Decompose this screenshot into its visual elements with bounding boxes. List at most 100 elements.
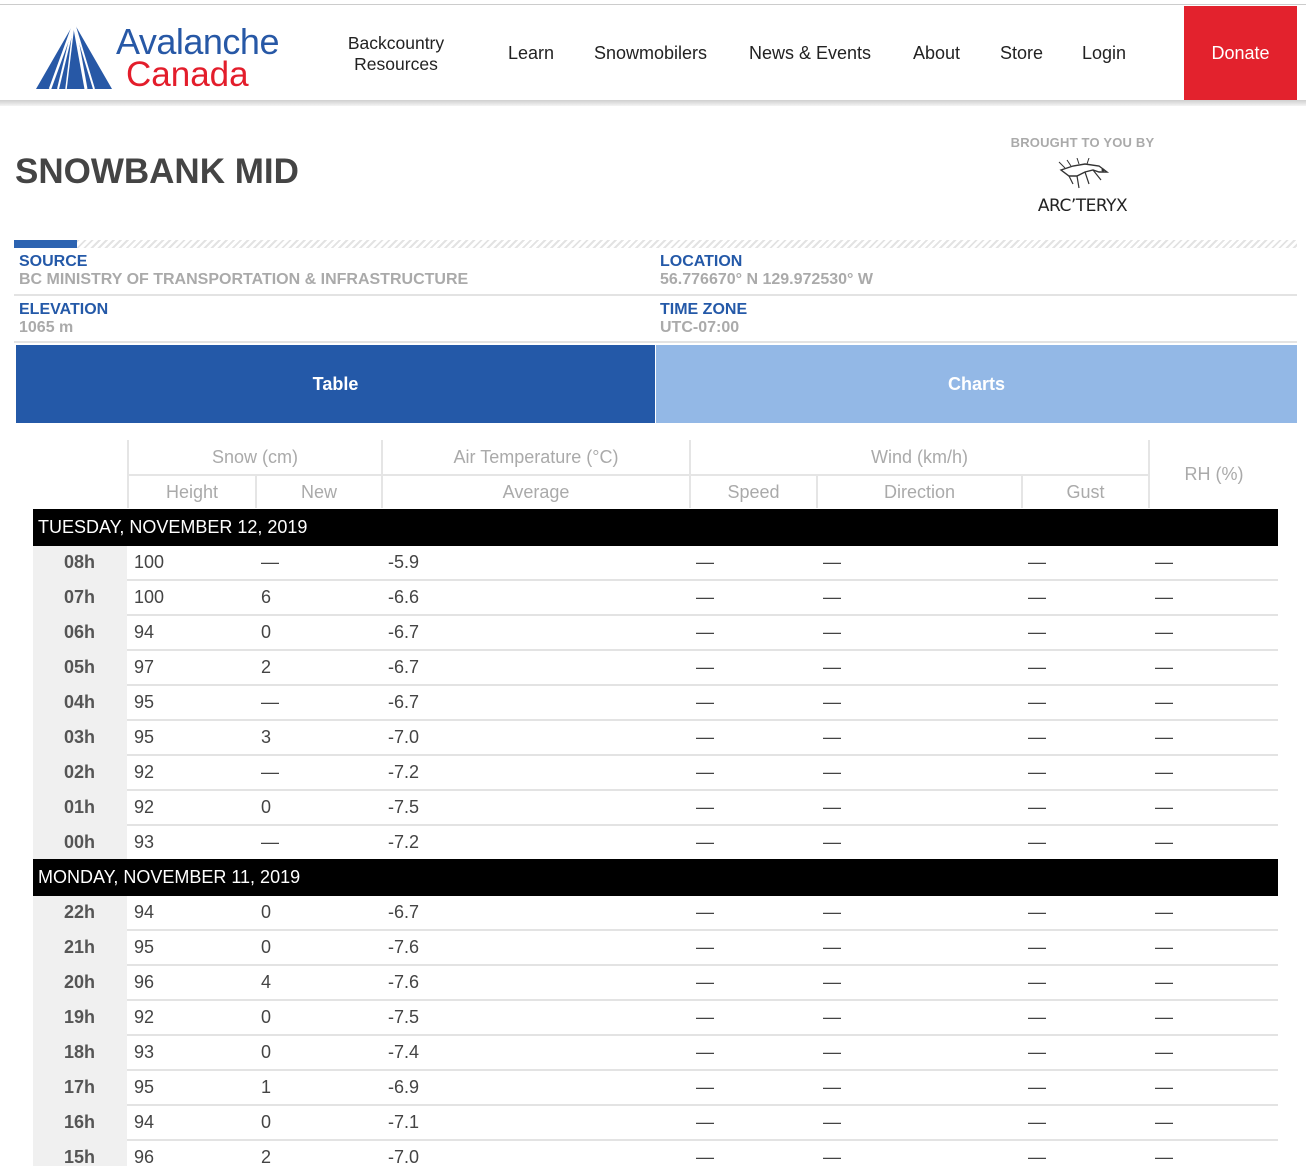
table-row: 00h 93 — -7.2 — — — — bbox=[33, 826, 1278, 861]
meta-divider bbox=[14, 294, 1297, 296]
cell-rh: — bbox=[1155, 902, 1173, 922]
cell-new: 0 bbox=[261, 902, 272, 922]
cell-gust: — bbox=[1028, 692, 1046, 712]
cell-rh: — bbox=[1155, 622, 1173, 642]
cell-new: 4 bbox=[261, 972, 272, 992]
mountain-logo-icon bbox=[36, 22, 112, 90]
cell-speed: — bbox=[696, 832, 714, 852]
header-divider bbox=[127, 474, 1149, 476]
location-value: 56.776670° N 129.972530° W bbox=[660, 271, 873, 288]
cell-new: 0 bbox=[261, 797, 272, 817]
cell-speed: — bbox=[696, 657, 714, 677]
cell-height: 95 bbox=[134, 937, 155, 957]
meta-accent-bar bbox=[14, 240, 77, 248]
table-row: 15h 96 2 -7.0 — — — — bbox=[33, 1141, 1278, 1166]
cell-rh: — bbox=[1155, 797, 1173, 817]
cell-avg: -6.7 bbox=[388, 657, 420, 677]
cell-height: 93 bbox=[134, 832, 155, 852]
cell-gust: — bbox=[1028, 622, 1046, 642]
cell-avg: -7.6 bbox=[388, 972, 420, 992]
cell-height: 100 bbox=[134, 552, 165, 572]
cell-direction: — bbox=[823, 762, 841, 782]
cell-hour: 20h bbox=[64, 972, 96, 992]
cell-hour: 18h bbox=[64, 1042, 96, 1062]
cell-new: 0 bbox=[261, 937, 272, 957]
tab-table[interactable]: Table bbox=[16, 345, 655, 423]
cell-avg: -7.2 bbox=[388, 832, 420, 852]
cell-rh: — bbox=[1155, 692, 1173, 712]
cell-avg: -7.2 bbox=[388, 762, 420, 782]
cell-gust: — bbox=[1028, 657, 1046, 677]
cell-hour: 19h bbox=[64, 1007, 96, 1027]
cell-rh: — bbox=[1155, 972, 1173, 992]
cell-new: — bbox=[261, 832, 279, 852]
cell-new: 1 bbox=[261, 1077, 272, 1097]
cell-gust: — bbox=[1028, 832, 1046, 852]
cell-speed: — bbox=[696, 972, 714, 992]
nav-backcountry-resources[interactable]: Backcountry Resources bbox=[340, 33, 452, 75]
cell-rh: — bbox=[1155, 1042, 1173, 1062]
nav-snowmobilers[interactable]: Snowmobilers bbox=[594, 43, 707, 64]
cell-height: 92 bbox=[134, 797, 155, 817]
nav-learn[interactable]: Learn bbox=[508, 43, 554, 64]
cell-height: 94 bbox=[134, 1112, 155, 1132]
meta-divider-bottom bbox=[14, 341, 1297, 343]
cell-hour: 02h bbox=[64, 762, 96, 782]
elevation-value: 1065 m bbox=[19, 319, 74, 336]
table-row: 16h 94 0 -7.1 — — — — bbox=[33, 1106, 1278, 1141]
location-label: LOCATION bbox=[660, 253, 743, 270]
cell-rh: — bbox=[1155, 832, 1173, 852]
source-value: BC MINISTRY OF TRANSPORTATION & INFRASTR… bbox=[19, 271, 469, 288]
cell-gust: — bbox=[1028, 552, 1046, 572]
header-air-temperature: Air Temperature (°C) bbox=[453, 447, 619, 467]
header-direction: Direction bbox=[883, 482, 956, 502]
cell-direction: — bbox=[823, 727, 841, 747]
table-row: 07h 100 6 -6.6 — — — — bbox=[33, 581, 1278, 616]
table-row: 02h 92 — -7.2 — — — — bbox=[33, 756, 1278, 791]
tab-charts[interactable]: Charts bbox=[656, 345, 1297, 423]
cell-avg: -7.1 bbox=[388, 1112, 420, 1132]
donate-button[interactable]: Donate bbox=[1184, 6, 1297, 100]
nav-login[interactable]: Login bbox=[1082, 43, 1126, 64]
cell-height: 92 bbox=[134, 1007, 155, 1027]
timezone-label: TIME ZONE bbox=[660, 301, 748, 318]
cell-rh: — bbox=[1155, 1007, 1173, 1027]
cell-direction: — bbox=[823, 1042, 841, 1062]
cell-rh: — bbox=[1155, 1077, 1173, 1097]
cell-speed: — bbox=[696, 727, 714, 747]
header-gust: Gust bbox=[1066, 482, 1105, 502]
avalanche-canada-logo[interactable]: Avalanche Canada bbox=[36, 19, 296, 95]
cell-rh: — bbox=[1155, 552, 1173, 572]
header-average: Average bbox=[502, 482, 570, 502]
nav-about[interactable]: About bbox=[913, 43, 960, 64]
cell-hour: 01h bbox=[64, 797, 96, 817]
cell-avg: -6.7 bbox=[388, 902, 420, 922]
cell-height: 95 bbox=[134, 692, 155, 712]
header-snow: Snow (cm) bbox=[211, 447, 298, 467]
header-new: New bbox=[300, 482, 337, 502]
cell-avg: -6.6 bbox=[388, 587, 420, 607]
table-row: 08h 100 — -5.9 — — — — bbox=[33, 546, 1278, 581]
table-row: 01h 92 0 -7.5 — — — — bbox=[33, 791, 1278, 826]
sponsor-label: BROUGHT TO YOU BY bbox=[1010, 135, 1155, 150]
cell-avg: -6.7 bbox=[388, 692, 420, 712]
nav-news-events[interactable]: News & Events bbox=[749, 43, 871, 64]
cell-avg: -7.0 bbox=[388, 727, 420, 747]
cell-gust: — bbox=[1028, 1147, 1046, 1166]
cell-direction: — bbox=[823, 552, 841, 572]
cell-gust: — bbox=[1028, 1042, 1046, 1062]
header-speed: Speed bbox=[727, 482, 780, 502]
cell-height: 93 bbox=[134, 1042, 155, 1062]
cell-gust: — bbox=[1028, 1112, 1046, 1132]
cell-new: 0 bbox=[261, 622, 272, 642]
table-row: 21h 95 0 -7.6 — — — — bbox=[33, 931, 1278, 966]
cell-speed: — bbox=[696, 762, 714, 782]
source-label: SOURCE bbox=[19, 253, 88, 270]
cell-speed: — bbox=[696, 902, 714, 922]
nav-store[interactable]: Store bbox=[1000, 43, 1043, 64]
meta-stripe bbox=[77, 240, 1297, 248]
cell-speed: — bbox=[696, 692, 714, 712]
cell-direction: — bbox=[823, 937, 841, 957]
nav-backcountry-line2: Resources bbox=[354, 54, 438, 74]
sponsor-block: BROUGHT TO YOU BY ARC’TERYX bbox=[1000, 135, 1165, 216]
